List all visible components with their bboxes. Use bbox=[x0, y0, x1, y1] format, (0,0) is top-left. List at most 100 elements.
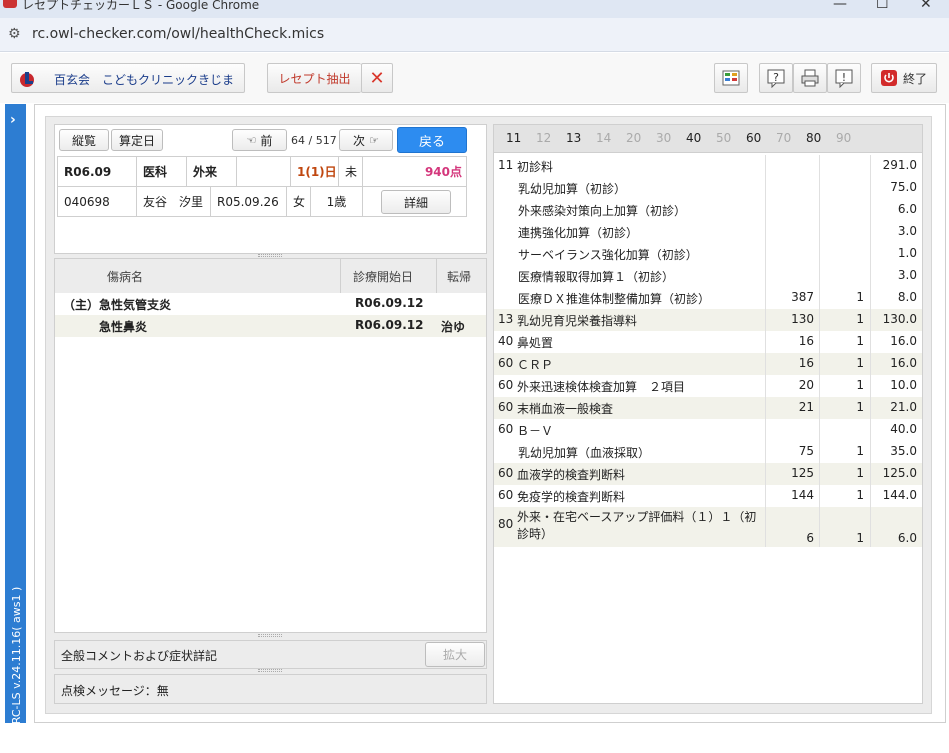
disease-row[interactable]: 急性鼻炎 R06.09.12 治ゆ bbox=[55, 315, 486, 337]
category-tab-70[interactable]: 70 bbox=[776, 131, 791, 145]
category-tab-90[interactable]: 90 bbox=[836, 131, 851, 145]
report-icon bbox=[722, 70, 740, 86]
url-text[interactable]: rc.owl-checker.com/owl/healthCheck.mics bbox=[32, 26, 324, 42]
category-tab-20[interactable]: 20 bbox=[626, 131, 641, 145]
expand-button[interactable]: 拡大 bbox=[425, 642, 485, 667]
billing-item-row[interactable]: 医療ＤＸ推進体制整備加算（初診） 387 1 8.0 bbox=[494, 287, 922, 309]
receipt-extract-button[interactable]: レセプト抽出 bbox=[267, 63, 361, 93]
category-tab-40[interactable]: 40 bbox=[686, 131, 701, 145]
billing-item-row[interactable]: 60 血液学的検査判断料 125 1 125.0 bbox=[494, 463, 922, 485]
patient-panel: 縦覧 算定日 ☜ 前 64 / 517 次 ☞ 戻る R06.09 医科 外来 1(… bbox=[54, 124, 487, 254]
billing-item-row[interactable]: 60 Ｂ－Ｖ 40.0 bbox=[494, 419, 922, 441]
item-name: 医療ＤＸ推進体制整備加算（初診） bbox=[518, 292, 711, 306]
item-unit-points: 75 bbox=[798, 444, 814, 458]
item-count: 1 bbox=[856, 334, 864, 348]
billing-item-row[interactable]: サーベイランス強化加算（初診） 1.0 bbox=[494, 243, 922, 265]
disease-row[interactable]: （主） 急性気管支炎 R06.09.12 bbox=[55, 293, 486, 315]
category-tab-50[interactable]: 50 bbox=[716, 131, 731, 145]
item-name: 免疫学的検査判断料 bbox=[517, 490, 626, 504]
billing-item-row[interactable]: 13 乳幼児育児栄養指導料 130 1 130.0 bbox=[494, 309, 922, 331]
item-code: 60 bbox=[498, 400, 514, 414]
billing-item-row[interactable]: 60 ＣＲＰ 16 1 16.0 bbox=[494, 353, 922, 375]
print-icon bbox=[801, 69, 819, 87]
disease-start-date: R06.09.12 bbox=[355, 318, 424, 332]
billing-item-row[interactable]: 60 末梢血液一般検査 21 1 21.0 bbox=[494, 397, 922, 419]
status-cell: 未 bbox=[339, 157, 363, 187]
category-tab-60[interactable]: 60 bbox=[746, 131, 761, 145]
help-button[interactable]: ? bbox=[759, 63, 793, 93]
item-code: 60 bbox=[498, 488, 514, 502]
category-tab-12[interactable]: 12 bbox=[536, 131, 551, 145]
clinic-selector[interactable]: 百玄会 こどもクリニックきじま bbox=[11, 63, 245, 93]
exit-button[interactable]: 終了 bbox=[871, 63, 937, 93]
collapsed-sidebar[interactable]: › RC-LS v.24.11.16( aws1 ) bbox=[5, 104, 26, 724]
clinic-logo-icon bbox=[20, 72, 34, 87]
item-name: 初診料 bbox=[517, 160, 554, 174]
calc-date-button[interactable]: 算定日 bbox=[111, 129, 163, 151]
list-view-label: 縦覧 bbox=[71, 133, 96, 148]
billing-item-row[interactable]: 11 初診料 291.0 bbox=[494, 155, 922, 177]
outcome-header-label: 転帰 bbox=[447, 269, 472, 284]
report-button[interactable] bbox=[714, 63, 748, 93]
svg-text:!: ! bbox=[842, 71, 846, 84]
item-unit-points: 130 bbox=[791, 312, 814, 326]
power-icon bbox=[880, 70, 897, 86]
billing-item-row[interactable]: 40 鼻処置 16 1 16.0 bbox=[494, 331, 922, 353]
billing-item-row[interactable]: 60 外来迅速検体検査加算 ２項目 20 1 10.0 bbox=[494, 375, 922, 397]
billing-item-row[interactable]: 乳幼児加算（初診） 75.0 bbox=[494, 177, 922, 199]
billing-item-row[interactable]: 乳幼児加算（血液採取） 75 1 35.0 bbox=[494, 441, 922, 463]
close-window-icon[interactable]: ✕ bbox=[920, 0, 932, 12]
disease-name: 急性鼻炎 bbox=[99, 320, 148, 334]
splitter-grip[interactable] bbox=[258, 634, 282, 637]
item-unit-points: 6 bbox=[806, 531, 814, 545]
chevron-right-icon[interactable]: › bbox=[10, 112, 16, 128]
message-panel: 点検メッセージ：無 bbox=[54, 674, 487, 704]
prev-label: 前 bbox=[260, 133, 273, 148]
address-bar[interactable]: ⚙ rc.owl-checker.com/owl/healthCheck.mic… bbox=[0, 18, 949, 52]
hand-right-icon: ☞ bbox=[369, 133, 379, 147]
maximize-icon[interactable]: ☐ bbox=[876, 0, 889, 12]
category-tab-13[interactable]: 13 bbox=[566, 131, 581, 145]
item-count: 1 bbox=[856, 444, 864, 458]
item-name: 乳幼児加算（血液採取） bbox=[518, 446, 651, 460]
next-label: 次 bbox=[353, 133, 366, 148]
next-button[interactable]: 次 ☞ bbox=[339, 129, 393, 151]
alert-button[interactable]: ! bbox=[827, 63, 861, 93]
billing-item-row[interactable]: 80 外来・在宅ベースアップ評価料（１）１（初診時） 6 1 6.0 bbox=[494, 507, 922, 547]
item-name: サーベイランス強化加算（初診） bbox=[518, 248, 698, 262]
billing-item-row[interactable]: 医療情報取得加算１（初診） 3.0 bbox=[494, 265, 922, 287]
billing-item-row[interactable]: 60 免疫学的検査判断料 144 1 144.0 bbox=[494, 485, 922, 507]
splitter-grip[interactable] bbox=[258, 254, 282, 257]
category-tab-30[interactable]: 30 bbox=[656, 131, 671, 145]
list-view-button[interactable]: 縦覧 bbox=[59, 129, 109, 151]
category-tab-14[interactable]: 14 bbox=[596, 131, 611, 145]
minimize-icon[interactable]: — bbox=[833, 0, 847, 12]
item-total: 16.0 bbox=[890, 334, 917, 348]
item-code: 60 bbox=[498, 356, 514, 370]
item-count: 1 bbox=[856, 290, 864, 304]
disease-header-label: 傷病名 bbox=[107, 269, 144, 284]
prev-button[interactable]: ☜ 前 bbox=[232, 129, 287, 151]
print-button[interactable] bbox=[793, 63, 827, 93]
sex-cell: 女 bbox=[287, 187, 311, 217]
close-x-icon: ✕ bbox=[369, 67, 385, 89]
window-title-bar: レセプトチェッカーＬＳ - Google Chrome — ☐ ✕ bbox=[0, 0, 949, 18]
item-unit-points: 16 bbox=[798, 356, 814, 370]
back-button[interactable]: 戻る bbox=[397, 127, 467, 153]
category-tab-80[interactable]: 80 bbox=[806, 131, 821, 145]
category-tab-11[interactable]: 11 bbox=[506, 131, 521, 145]
exit-label: 終了 bbox=[902, 71, 927, 86]
item-name: 医療情報取得加算１（初診） bbox=[518, 270, 675, 284]
item-name: 外来迅速検体検査加算 ２項目 bbox=[517, 380, 686, 394]
site-settings-icon[interactable]: ⚙ bbox=[8, 26, 21, 42]
billing-item-row[interactable]: 外来感染対策向上加算（初診） 6.0 bbox=[494, 199, 922, 221]
patient-name-cell: 友谷 汐里 bbox=[137, 187, 211, 217]
billing-item-row[interactable]: 連携強化加算（初診） 3.0 bbox=[494, 221, 922, 243]
clear-extract-button[interactable]: ✕ bbox=[361, 63, 393, 93]
item-total: 6.0 bbox=[897, 531, 917, 545]
svg-text:?: ? bbox=[773, 71, 779, 84]
splitter-grip[interactable] bbox=[258, 669, 282, 672]
detail-button[interactable]: 詳細 bbox=[381, 190, 451, 214]
birth-date-cell: R05.09.26 bbox=[211, 187, 287, 217]
item-unit-points: 144 bbox=[791, 488, 814, 502]
